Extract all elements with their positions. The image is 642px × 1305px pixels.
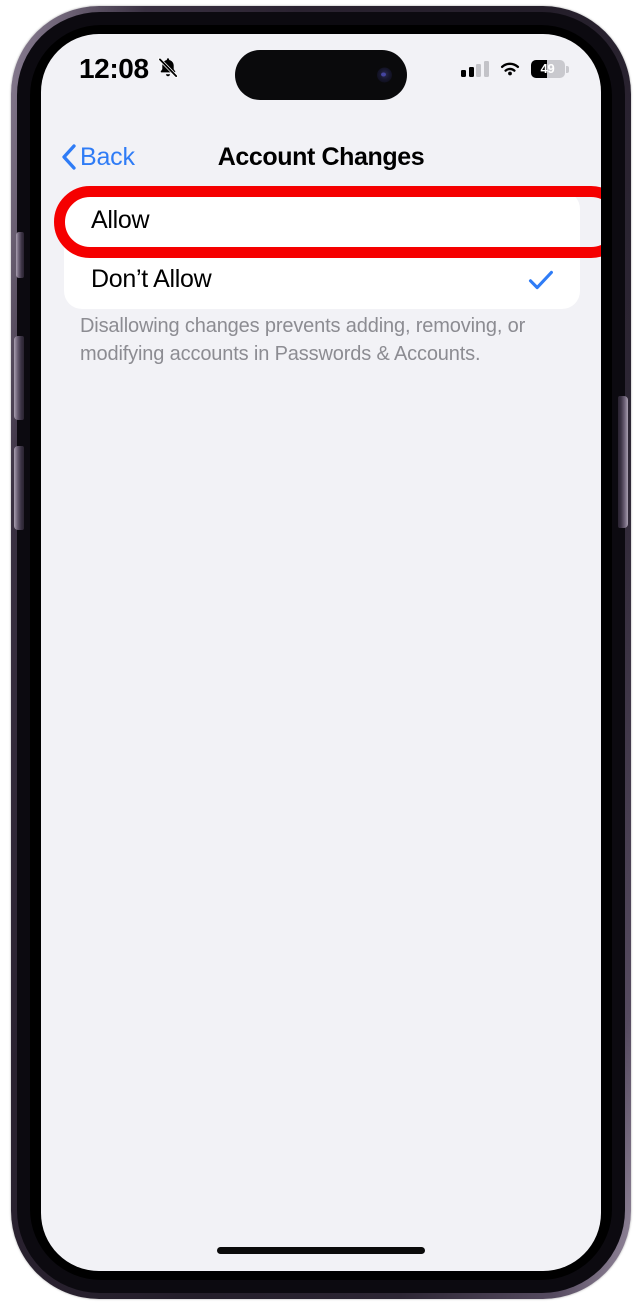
phone-screen: 12:08 49 Back Account Changes Allow Don’…: [41, 34, 601, 1271]
option-label: Don’t Allow: [91, 265, 212, 293]
option-row-allow[interactable]: Allow: [64, 191, 580, 250]
volume-down-button[interactable]: [14, 446, 24, 530]
checkmark-icon: [528, 269, 554, 291]
power-button[interactable]: [618, 396, 628, 528]
silent-switch-button[interactable]: [16, 232, 24, 278]
battery-icon: 49: [530, 60, 569, 78]
status-clock: 12:08: [79, 53, 149, 84]
front-camera-icon: [377, 67, 392, 83]
bell-slash-icon: [156, 56, 180, 80]
option-label: Allow: [91, 206, 150, 234]
back-button-label: Back: [80, 142, 135, 171]
volume-up-button[interactable]: [14, 336, 24, 420]
cellular-signal-icon: [461, 61, 489, 77]
chevron-left-icon: [61, 144, 77, 170]
options-list: Allow Don’t Allow: [64, 191, 580, 309]
navigation-bar: Back Account Changes: [41, 130, 601, 184]
back-button[interactable]: Back: [61, 143, 135, 172]
footer-note: Disallowing changes prevents adding, rem…: [80, 315, 526, 365]
status-bar-left: 12:08: [79, 53, 180, 83]
wifi-icon: [498, 60, 522, 78]
phone-device-frame: 12:08 49 Back Account Changes Allow Don’…: [11, 6, 631, 1299]
option-row-dont-allow[interactable]: Don’t Allow: [64, 250, 580, 309]
battery-percent-label: 49: [540, 61, 555, 76]
dynamic-island: [235, 50, 407, 100]
home-indicator[interactable]: [217, 1247, 425, 1254]
status-bar-right: 49: [461, 58, 569, 78]
